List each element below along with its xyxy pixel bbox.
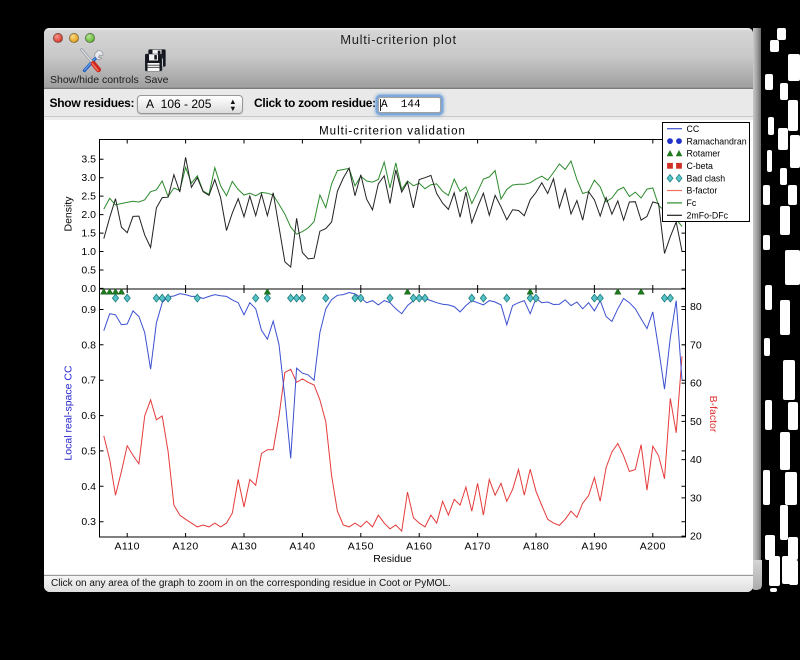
svg-text:A160: A160 <box>406 541 432 553</box>
svg-text:A130: A130 <box>231 541 257 553</box>
svg-text:Density: Density <box>63 196 75 232</box>
svg-text:1.0: 1.0 <box>81 246 96 258</box>
svg-text:0.6: 0.6 <box>81 410 96 422</box>
svg-text:50: 50 <box>690 416 702 428</box>
svg-text:0.7: 0.7 <box>81 375 96 387</box>
svg-text:C-beta: C-beta <box>687 161 714 171</box>
svg-text:80: 80 <box>690 301 702 313</box>
svg-text:0.4: 0.4 <box>81 481 96 493</box>
svg-text:A120: A120 <box>173 541 199 553</box>
svg-text:20: 20 <box>690 531 702 543</box>
svg-text:Ramachandran: Ramachandran <box>687 136 747 146</box>
svg-text:A140: A140 <box>289 541 315 553</box>
svg-text:60: 60 <box>690 378 702 390</box>
svg-text:0.8: 0.8 <box>81 339 96 351</box>
svg-text:Multi-criterion validation: Multi-criterion validation <box>319 126 466 138</box>
svg-text:B-factor: B-factor <box>687 186 718 196</box>
svg-text:30: 30 <box>690 492 702 504</box>
svg-text:Rotamer: Rotamer <box>687 149 721 159</box>
svg-text:3.0: 3.0 <box>81 172 96 184</box>
svg-text:A190: A190 <box>581 541 607 553</box>
svg-text:1.5: 1.5 <box>81 228 96 240</box>
svg-text:70: 70 <box>690 339 702 351</box>
svg-text:A110: A110 <box>115 541 140 553</box>
svg-text:A180: A180 <box>523 541 549 553</box>
svg-text:Local real-space CC: Local real-space CC <box>63 365 75 461</box>
svg-text:0.5: 0.5 <box>81 265 96 277</box>
svg-text:0.9: 0.9 <box>81 304 96 316</box>
svg-text:0.0: 0.0 <box>81 283 96 295</box>
svg-text:A200: A200 <box>640 541 666 553</box>
svg-text:CC: CC <box>687 124 700 134</box>
svg-text:A150: A150 <box>348 541 374 553</box>
svg-text:0.3: 0.3 <box>81 516 96 528</box>
svg-text:40: 40 <box>690 454 702 466</box>
svg-text:Residue: Residue <box>373 553 412 565</box>
svg-text:Bad clash: Bad clash <box>687 173 726 183</box>
svg-text:2.5: 2.5 <box>81 191 96 203</box>
svg-text:2mFo-DFc: 2mFo-DFc <box>687 211 729 221</box>
svg-text:3.5: 3.5 <box>81 154 96 166</box>
svg-text:A170: A170 <box>465 541 491 553</box>
svg-text:Fc: Fc <box>687 198 697 208</box>
svg-text:B-factor: B-factor <box>707 396 719 433</box>
svg-text:2.0: 2.0 <box>81 209 96 221</box>
svg-text:0.5: 0.5 <box>81 445 96 457</box>
